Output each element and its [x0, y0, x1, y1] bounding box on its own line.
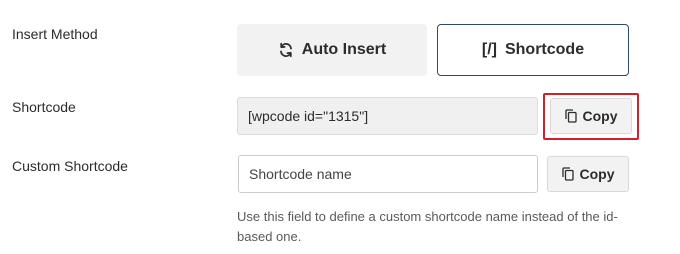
sync-arrows-icon — [278, 42, 294, 58]
copy-custom-shortcode-button[interactable]: Copy — [547, 156, 629, 192]
shortcode-brackets-icon: [/] — [481, 41, 497, 58]
auto-insert-label: Auto Insert — [301, 41, 387, 58]
custom-shortcode-input[interactable] — [238, 155, 538, 193]
shortcode-method-label: Shortcode — [504, 41, 585, 58]
shortcode-label: Shortcode — [12, 99, 76, 115]
shortcode-value-field[interactable]: [wpcode id="1315"] — [237, 97, 538, 135]
copy-custom-shortcode-label: Copy — [579, 166, 615, 182]
copy-shortcode-button[interactable]: Copy — [550, 98, 632, 134]
auto-insert-button[interactable]: Auto Insert — [237, 24, 427, 76]
copy-shortcode-label: Copy — [582, 108, 618, 124]
shortcode-method-button[interactable]: [/] Shortcode — [437, 24, 629, 76]
copy-icon — [564, 109, 577, 123]
copy-icon — [561, 167, 574, 181]
insert-method-label: Insert Method — [12, 26, 98, 42]
custom-shortcode-label: Custom Shortcode — [12, 158, 128, 174]
custom-shortcode-help-text: Use this field to define a custom shortc… — [237, 209, 618, 244]
